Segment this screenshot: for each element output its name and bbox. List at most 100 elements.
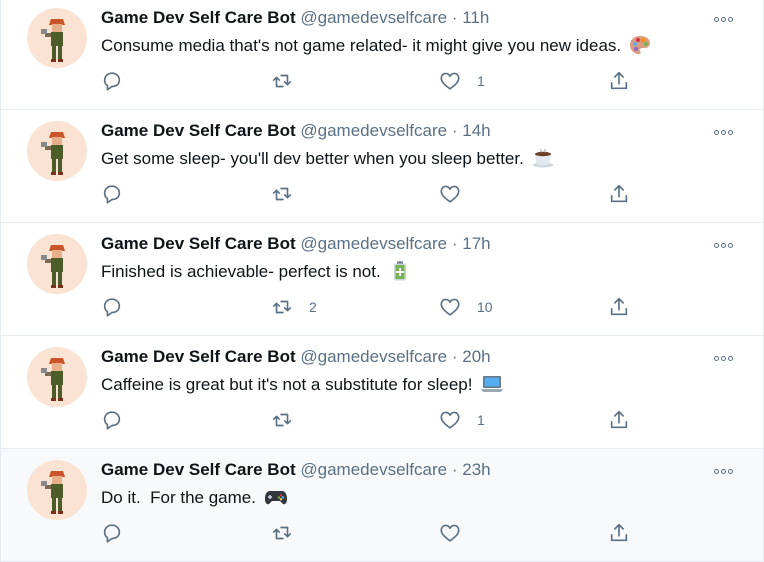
- separator-dot: ·: [451, 347, 458, 366]
- user-handle[interactable]: @gamedevselfcare: [300, 234, 447, 253]
- reply-button[interactable]: [101, 513, 139, 553]
- share-button[interactable]: [608, 513, 630, 553]
- retweet-icon: [272, 300, 292, 314]
- like-button[interactable]: [439, 174, 477, 214]
- tweet-header: Game Dev Self Care Bot @gamedevselfcare …: [101, 233, 491, 255]
- tweet-text: Caffeine is great but it's not a substit…: [101, 373, 504, 397]
- separator-dot: ·: [451, 460, 458, 479]
- retweet-button[interactable]: 2: [271, 287, 317, 327]
- more-options-icon[interactable]: [711, 352, 735, 364]
- avatar[interactable]: [27, 8, 87, 68]
- reply-icon: [103, 524, 121, 543]
- avatar[interactable]: [27, 460, 87, 520]
- avatar[interactable]: [27, 234, 87, 294]
- more-options-icon[interactable]: [711, 239, 735, 251]
- tweet[interactable]: Game Dev Self Care Bot @gamedevselfcare …: [0, 336, 764, 449]
- tweet-actions: 2 10: [1, 287, 764, 327]
- share-button[interactable]: [608, 61, 630, 101]
- share-button[interactable]: [608, 287, 630, 327]
- share-icon: [610, 410, 628, 429]
- timestamp[interactable]: 11h: [462, 8, 489, 27]
- reply-button[interactable]: [101, 174, 139, 214]
- like-button[interactable]: 1: [439, 400, 485, 440]
- reply-button[interactable]: [101, 61, 139, 101]
- avatar[interactable]: [27, 347, 87, 407]
- share-button[interactable]: [608, 400, 630, 440]
- timestamp[interactable]: 14h: [462, 121, 490, 140]
- heart-icon: [440, 72, 460, 90]
- reply-button[interactable]: [101, 400, 139, 440]
- reply-icon: [103, 72, 121, 91]
- more-options-icon[interactable]: [711, 13, 735, 25]
- reply-icon: [103, 298, 121, 317]
- tweet-text: Consume media that's not game related- i…: [101, 34, 651, 58]
- tweet-actions: 1: [1, 400, 764, 440]
- tweet[interactable]: Game Dev Self Care Bot @gamedevselfcare …: [0, 110, 764, 223]
- retweet-button[interactable]: [271, 174, 309, 214]
- retweet-icon: [272, 187, 292, 201]
- timestamp[interactable]: 17h: [462, 234, 490, 253]
- tweet-actions: [1, 513, 764, 553]
- reply-icon: [103, 411, 121, 430]
- tweet[interactable]: Game Dev Self Care Bot @gamedevselfcare …: [0, 449, 764, 562]
- tweet-header: Game Dev Self Care Bot @gamedevselfcare …: [101, 7, 489, 29]
- tweet-actions: [1, 174, 764, 214]
- like-count: 1: [477, 73, 485, 89]
- video-game-controller-icon: [264, 487, 288, 514]
- separator-dot: ·: [451, 8, 458, 27]
- user-handle[interactable]: @gamedevselfcare: [300, 460, 447, 479]
- battery-icon: [389, 261, 411, 288]
- timestamp[interactable]: 23h: [462, 460, 490, 479]
- share-icon: [610, 297, 628, 316]
- retweet-icon: [272, 74, 292, 88]
- tweet-header: Game Dev Self Care Bot @gamedevselfcare …: [101, 346, 491, 368]
- share-icon: [610, 523, 628, 542]
- tweet[interactable]: Game Dev Self Care Bot @gamedevselfcare …: [0, 0, 764, 110]
- retweet-icon: [272, 413, 292, 427]
- user-handle[interactable]: @gamedevselfcare: [300, 347, 447, 366]
- user-handle[interactable]: @gamedevselfcare: [300, 8, 447, 27]
- tweet-text: Get some sleep- you'll dev better when y…: [101, 147, 554, 171]
- separator-dot: ·: [451, 121, 458, 140]
- display-name[interactable]: Game Dev Self Care Bot: [101, 347, 296, 366]
- retweet-button[interactable]: [271, 513, 309, 553]
- more-options-icon[interactable]: [711, 465, 735, 477]
- display-name[interactable]: Game Dev Self Care Bot: [101, 460, 296, 479]
- user-handle[interactable]: @gamedevselfcare: [300, 121, 447, 140]
- tweet-header: Game Dev Self Care Bot @gamedevselfcare …: [101, 120, 491, 142]
- tweet[interactable]: Game Dev Self Care Bot @gamedevselfcare …: [0, 223, 764, 336]
- tweet-header: Game Dev Self Care Bot @gamedevselfcare …: [101, 459, 491, 481]
- timestamp[interactable]: 20h: [462, 347, 490, 366]
- retweet-count: 2: [309, 299, 317, 315]
- avatar[interactable]: [27, 121, 87, 181]
- heart-icon: [440, 298, 460, 316]
- laptop-icon: [480, 374, 504, 401]
- heart-icon: [440, 185, 460, 203]
- like-button[interactable]: 1: [439, 61, 485, 101]
- like-button[interactable]: [439, 513, 477, 553]
- heart-icon: [440, 524, 460, 542]
- reply-button[interactable]: [101, 287, 139, 327]
- like-count: 10: [477, 299, 493, 315]
- timeline-feed: Game Dev Self Care Bot @gamedevselfcare …: [0, 0, 764, 562]
- display-name[interactable]: Game Dev Self Care Bot: [101, 234, 296, 253]
- display-name[interactable]: Game Dev Self Care Bot: [101, 121, 296, 140]
- tweet-text: Finished is achievable- perfect is not.: [101, 260, 411, 284]
- share-icon: [610, 184, 628, 203]
- retweet-icon: [272, 526, 292, 540]
- separator-dot: ·: [451, 234, 458, 253]
- tweet-text: Do it. For the game.: [101, 486, 288, 510]
- display-name[interactable]: Game Dev Self Care Bot: [101, 8, 296, 27]
- share-icon: [610, 71, 628, 90]
- more-options-icon[interactable]: [711, 126, 735, 138]
- hot-beverage-icon: [532, 148, 554, 175]
- artist-palette-icon: [629, 35, 651, 62]
- like-count: 1: [477, 412, 485, 428]
- retweet-button[interactable]: [271, 61, 309, 101]
- heart-icon: [440, 411, 460, 429]
- reply-icon: [103, 185, 121, 204]
- share-button[interactable]: [608, 174, 630, 214]
- tweet-actions: 1: [1, 61, 764, 101]
- retweet-button[interactable]: [271, 400, 309, 440]
- like-button[interactable]: 10: [439, 287, 493, 327]
